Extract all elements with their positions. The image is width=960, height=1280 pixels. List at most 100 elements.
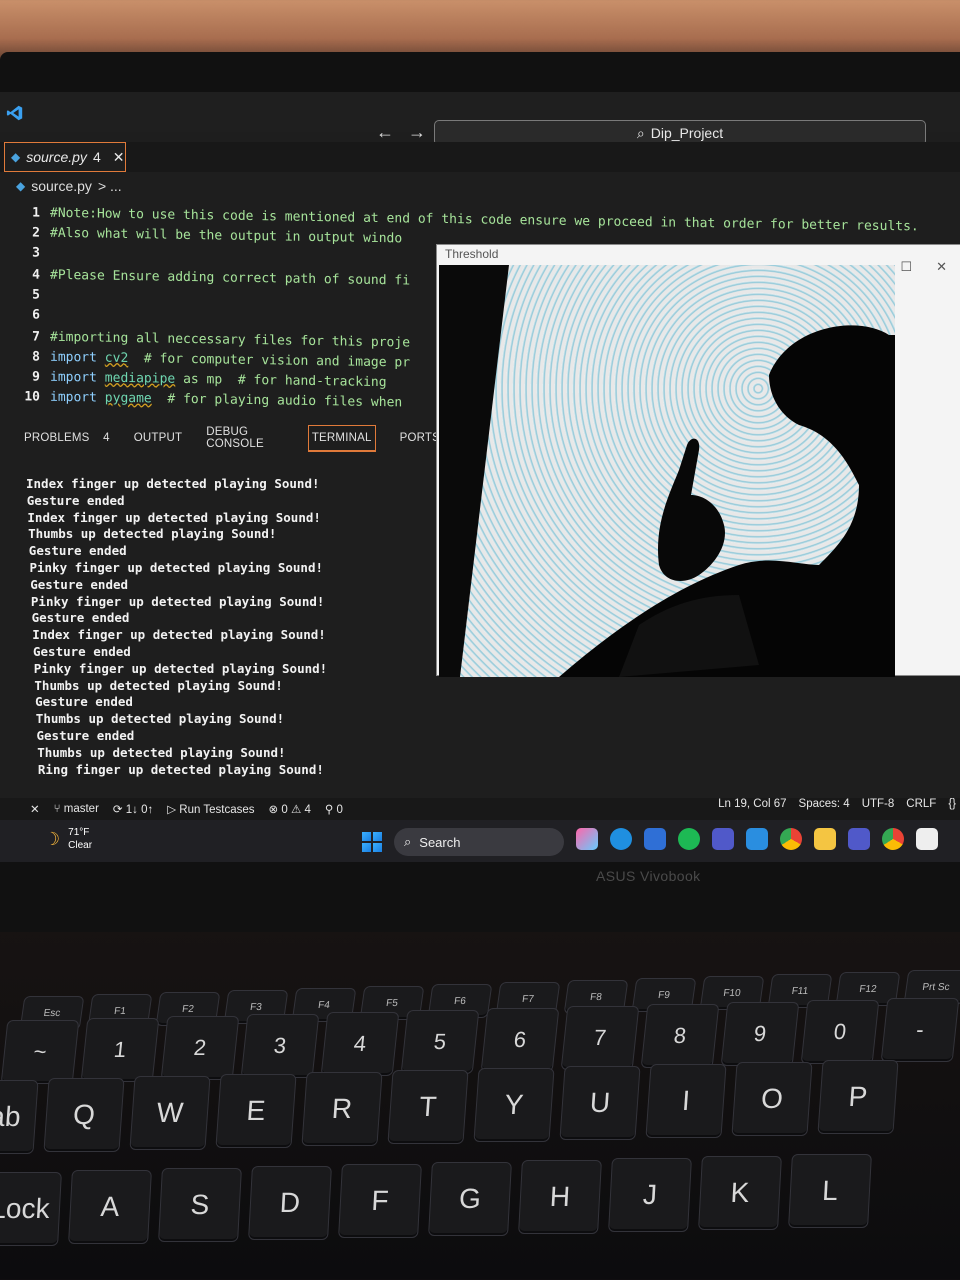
key-a[interactable]: A — [68, 1170, 152, 1244]
tab-source-py[interactable]: ◆ source.py 4 ✕ — [4, 142, 126, 172]
chrome-profile-icon[interactable] — [882, 828, 904, 850]
maximize-icon[interactable]: ☐ — [900, 259, 912, 275]
terminal-line: Index finger up detected playing Sound! — [32, 627, 326, 643]
indentation[interactable]: Spaces: 4 — [799, 798, 850, 810]
key-u[interactable]: U — [559, 1066, 641, 1140]
key-2[interactable]: 2 — [160, 1016, 240, 1080]
terminal-line: Thumbs up detected playing Sound! — [35, 711, 285, 727]
close-icon[interactable]: ✕ — [936, 259, 947, 275]
key-t[interactable]: T — [387, 1070, 469, 1144]
key-j[interactable]: J — [608, 1158, 692, 1232]
back-arrow-icon[interactable]: ← — [376, 122, 394, 143]
forward-arrow-icon[interactable]: → — [408, 122, 426, 143]
notepad-icon[interactable] — [916, 828, 938, 850]
key-9[interactable]: 9 — [720, 1002, 800, 1066]
keyboard: Esc F1 F2 F3 F4 F5 F6 F7 F8 F9 F10 F11 F12 Prt Sc ~1 2 3… — [0, 960, 960, 1280]
weather-widget[interactable]: ☽ 71°F Clear — [44, 826, 92, 852]
key-8[interactable]: 8 — [640, 1004, 720, 1068]
key-k[interactable]: K — [698, 1156, 782, 1230]
tab-problems[interactable]: PROBLEMS 4 — [24, 432, 110, 444]
problems-indicator[interactable]: ⊗ 0 ⚠ 4 — [269, 802, 311, 816]
spotify-icon[interactable] — [678, 828, 700, 850]
teams-icon[interactable] — [712, 828, 734, 850]
key-3[interactable]: 3 — [240, 1014, 320, 1078]
branch-indicator[interactable]: ⑂ master — [54, 803, 99, 815]
key-6[interactable]: 6 — [480, 1008, 560, 1072]
key-q[interactable]: Q — [43, 1078, 125, 1152]
run-testcases-button[interactable]: ▷ Run Testcases — [167, 802, 254, 816]
terminal-line: Gesture ended — [36, 727, 135, 743]
python-file-icon: ◆ — [11, 150, 21, 164]
editor-tab-row: ◆ source.py 4 ✕ — [0, 142, 960, 172]
copilot-app-icon[interactable] — [576, 828, 598, 850]
tab-output[interactable]: OUTPUT — [134, 432, 182, 444]
terminal-line: Gesture ended — [28, 543, 127, 559]
key--[interactable]: - — [880, 998, 960, 1062]
encoding[interactable]: UTF-8 — [862, 798, 895, 810]
problems-badge: 4 — [103, 432, 110, 444]
key-4[interactable]: 4 — [320, 1012, 400, 1076]
taskbar-search-label: Search — [419, 834, 461, 850]
terminal-line: Gesture ended — [31, 610, 130, 626]
breadcrumb-file[interactable]: source.py — [31, 178, 92, 194]
key-p[interactable]: P — [817, 1060, 899, 1134]
tab-debug-console[interactable]: DEBUG CONSOLE — [206, 426, 284, 450]
nav-arrows: ← → — [376, 122, 426, 143]
key-y[interactable]: Y — [473, 1068, 555, 1142]
terminal-line: Ring finger up detected playing Sound! — [37, 761, 324, 777]
key-h[interactable]: H — [518, 1160, 602, 1234]
terminal-output[interactable]: Index finger up detected playing Sound! G… — [26, 476, 446, 786]
tab-ports[interactable]: PORTS — [400, 432, 440, 444]
threshold-window[interactable]: Threshold — ☐ ✕ — [436, 244, 960, 677]
key-d[interactable]: D — [248, 1166, 332, 1240]
key--[interactable]: ~ — [0, 1020, 80, 1084]
threshold-camera-image — [439, 265, 895, 677]
tab-label: source.py — [26, 149, 87, 165]
tab-terminal[interactable]: TERMINAL — [307, 424, 376, 452]
terminal-line: Gesture ended — [35, 694, 133, 710]
terminal-line: Thumbs up detected playing Sound! — [34, 677, 283, 693]
vscode-icon[interactable] — [746, 828, 768, 850]
key-r[interactable]: R — [301, 1072, 383, 1146]
store-icon[interactable] — [644, 828, 666, 850]
windows-taskbar: ☽ 71°F Clear ⌕ Search — [0, 820, 960, 862]
key-7[interactable]: 7 — [560, 1006, 640, 1070]
taskbar-search[interactable]: ⌕ Search — [394, 828, 564, 856]
key-i[interactable]: I — [645, 1064, 727, 1138]
remote-icon[interactable]: ✕ — [30, 802, 40, 816]
key-o[interactable]: O — [731, 1062, 813, 1136]
language-mode[interactable]: {} — [948, 798, 956, 810]
teams-work-icon[interactable] — [848, 828, 870, 850]
file-explorer-icon[interactable] — [814, 828, 836, 850]
sync-indicator[interactable]: ⟳ 1↓ 0↑ — [113, 802, 153, 816]
key-l[interactable]: L — [788, 1154, 872, 1228]
line-ending[interactable]: CRLF — [906, 798, 936, 810]
key-lock[interactable]: Lock — [0, 1172, 62, 1246]
key-f[interactable]: F — [338, 1164, 422, 1238]
key-0[interactable]: 0 — [800, 1000, 880, 1064]
cursor-position[interactable]: Ln 19, Col 67 — [718, 798, 786, 810]
silhouette-image — [559, 325, 895, 677]
terminal-line: Thumbs up detected playing Sound! — [28, 526, 277, 542]
key-g[interactable]: G — [428, 1162, 512, 1236]
breadcrumb-more[interactable]: > ... — [98, 178, 122, 194]
windows-start-icon[interactable] — [362, 832, 382, 852]
close-icon[interactable]: ✕ — [113, 149, 125, 166]
ports-indicator[interactable]: ⚲ 0 — [325, 802, 343, 816]
code-line: 5 — [32, 287, 40, 303]
terminal-line: Gesture ended — [26, 492, 125, 508]
code-line: 6 — [32, 307, 40, 323]
status-bar: ✕ ⑂ master ⟳ 1↓ 0↑ ▷ Run Testcases ⊗ 0 ⚠… — [0, 798, 960, 820]
tab-problem-count: 4 — [92, 149, 101, 165]
key-s[interactable]: S — [158, 1168, 242, 1242]
key-5[interactable]: 5 — [400, 1010, 480, 1074]
key-1[interactable]: 1 — [80, 1018, 160, 1082]
key-w[interactable]: W — [129, 1076, 211, 1150]
panel-tabs: PROBLEMS 4 OUTPUT DEBUG CONSOLE TERMINAL… — [0, 422, 440, 454]
edge-icon[interactable] — [610, 828, 632, 850]
key-e[interactable]: E — [215, 1074, 297, 1148]
terminal-line: Index finger up detected playing Sound! — [26, 476, 320, 491]
key-tab[interactable]: Tab — [0, 1080, 39, 1154]
chrome-icon[interactable] — [780, 828, 802, 850]
code-line: 4 #Please Ensure adding correct path of s… — [32, 267, 411, 288]
